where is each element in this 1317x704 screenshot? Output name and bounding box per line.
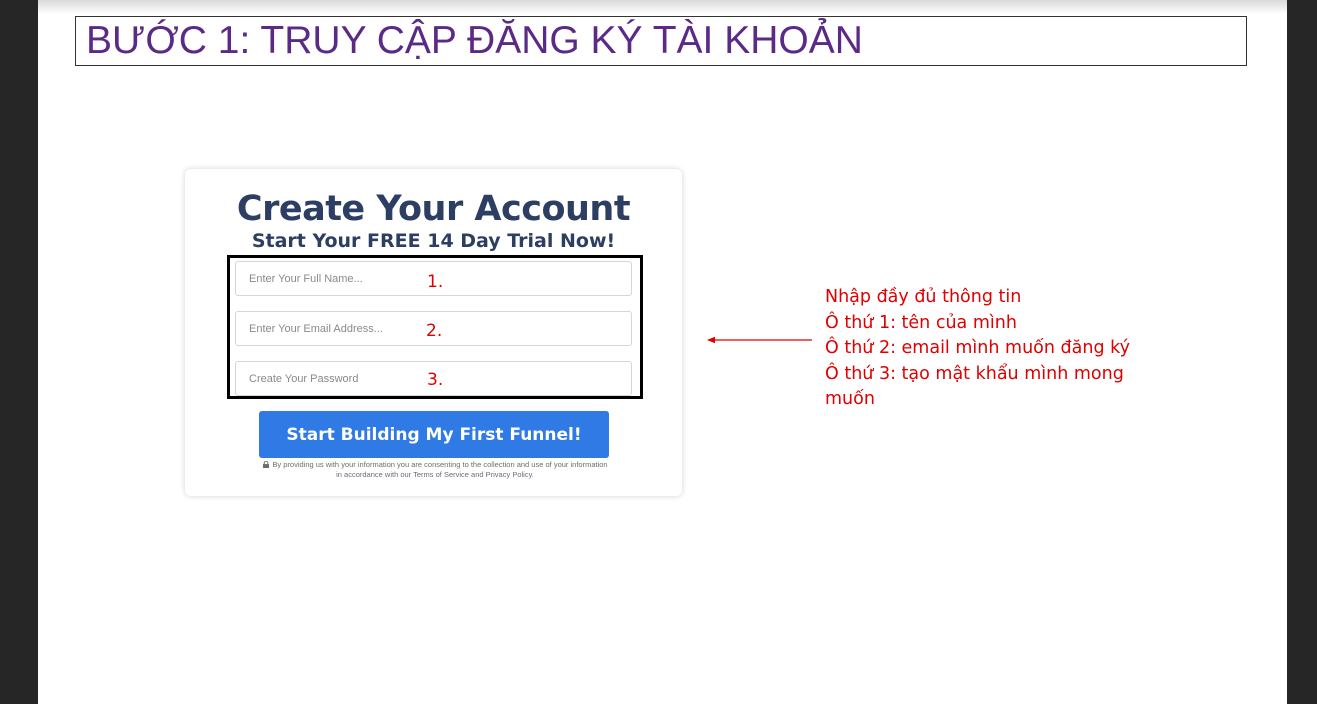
form-title: Create Your Account: [236, 189, 631, 229]
slide-top-shadow: [38, 0, 1287, 14]
annotation-note: Nhập đầy đủ thông tin Ô thứ 1: tên của m…: [825, 285, 1175, 413]
lock-icon: [263, 461, 270, 468]
annotation-line-1: Nhập đầy đủ thông tin: [825, 287, 1022, 307]
annotation-line-2: Ô thứ 1: tên của mình: [825, 312, 1017, 333]
field-marker-2: 2.: [426, 321, 443, 341]
disclaimer-line-1: By providing us with your information yo…: [272, 460, 608, 469]
annotation-line-4: Ô thứ 3: tạo mật khẩu mình mong muốn: [825, 363, 1124, 410]
signup-form-card: Create Your Account Start Your FREE 14 D…: [185, 169, 682, 496]
slide-title: BƯỚC 1: TRUY CẬP ĐĂNG KÝ TÀI KHOẢN: [86, 19, 863, 62]
privacy-disclaimer: By providing us with your information yo…: [225, 460, 645, 480]
slide: BƯỚC 1: TRUY CẬP ĐĂNG KÝ TÀI KHOẢN Creat…: [38, 0, 1287, 704]
annotation-line-3: Ô thứ 2: email mình muốn đăng ký: [825, 338, 1130, 358]
form-subtitle: Start Your FREE 14 Day Trial Now!: [251, 230, 616, 252]
field-marker-3: 3.: [427, 370, 444, 390]
field-marker-1: 1.: [427, 272, 444, 292]
disclaimer-line-2: in accordance with our Terms of Service …: [336, 470, 534, 479]
slide-title-box: BƯỚC 1: TRUY CẬP ĐĂNG KÝ TÀI KHOẢN: [75, 16, 1247, 66]
arrow-left-icon: [707, 336, 812, 344]
start-building-button[interactable]: Start Building My First Funnel!: [259, 411, 609, 458]
